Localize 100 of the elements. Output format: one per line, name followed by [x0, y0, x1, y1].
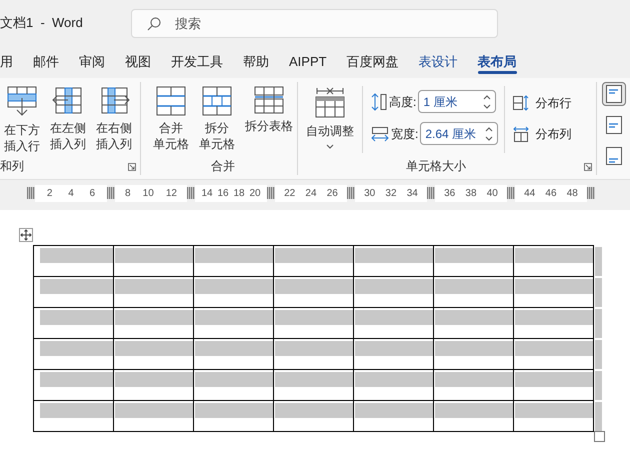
- table-cell[interactable]: [194, 277, 274, 307]
- table-cell[interactable]: [274, 246, 354, 276]
- table-cell[interactable]: [434, 277, 514, 307]
- table-cell[interactable]: [194, 370, 274, 400]
- table-cell[interactable]: [354, 370, 434, 400]
- cell-alignment-button[interactable]: [602, 82, 626, 106]
- ribbon-button[interactable]: 在右侧 插入列: [92, 82, 136, 152]
- table-cell[interactable]: [194, 308, 274, 338]
- table-cell[interactable]: [274, 277, 354, 307]
- ribbon-tab[interactable]: 表布局: [468, 46, 527, 78]
- table-cell[interactable]: [434, 401, 514, 431]
- table-cell[interactable]: [194, 401, 274, 431]
- ribbon-button[interactable]: 在下方 插入行: [0, 82, 44, 154]
- height-label: 高度:: [389, 94, 416, 110]
- ribbon-tab[interactable]: 邮件: [23, 46, 69, 78]
- split-table-icon: [254, 86, 284, 114]
- ruler-number: 48: [566, 186, 578, 200]
- ruler-number: 18: [233, 186, 245, 200]
- table-cell[interactable]: [514, 339, 594, 369]
- autofit-button[interactable]: 自动调整: [298, 82, 362, 149]
- ruler-number: 4: [68, 186, 74, 200]
- table-cell[interactable]: [434, 339, 514, 369]
- ruler-number: 26: [326, 186, 338, 200]
- spinner-icon[interactable]: [483, 94, 492, 110]
- table-cell[interactable]: [434, 370, 514, 400]
- table-cell[interactable]: [114, 308, 194, 338]
- table-cell[interactable]: [514, 370, 594, 400]
- ribbon-button[interactable]: 合并 单元格: [149, 82, 193, 152]
- table-cell[interactable]: [194, 246, 274, 276]
- table-cell[interactable]: [274, 401, 354, 431]
- ribbon-tab[interactable]: 表设计: [408, 46, 468, 78]
- table-cell[interactable]: [514, 277, 594, 307]
- height-value: 1 厘米: [423, 94, 458, 110]
- ribbon-tab[interactable]: 审阅: [69, 46, 115, 78]
- table-cell[interactable]: [114, 401, 194, 431]
- ruler-number: 8: [125, 186, 131, 200]
- ruler-marker[interactable]: [267, 187, 275, 199]
- ruler-marker[interactable]: [107, 187, 115, 199]
- distribute-rows-button[interactable]: 分布行: [513, 94, 572, 112]
- ruler-number: 36: [444, 186, 456, 200]
- table-cell[interactable]: [354, 308, 434, 338]
- width-label: 宽度:: [391, 126, 418, 142]
- table-cell[interactable]: [114, 246, 194, 276]
- ruler-marker[interactable]: [187, 187, 195, 199]
- search-field[interactable]: 搜索: [131, 8, 498, 38]
- chevron-down-icon: [326, 144, 334, 149]
- dialog-launcher-icon[interactable]: [128, 163, 136, 171]
- ribbon-tab[interactable]: 用: [0, 46, 23, 78]
- merge-cells-icon: [156, 86, 186, 116]
- ribbon-button[interactable]: 拆分表格: [241, 82, 297, 134]
- table-cell[interactable]: [434, 308, 514, 338]
- table-cell[interactable]: [434, 246, 514, 276]
- spin-field[interactable]: 1 厘米: [418, 90, 496, 113]
- table-cell[interactable]: [354, 339, 434, 369]
- ruler-number: 30: [364, 186, 376, 200]
- ruler-marker[interactable]: [507, 187, 515, 199]
- table-cell[interactable]: [514, 308, 594, 338]
- distribute-columns-button[interactable]: 分布列: [513, 125, 572, 143]
- table-cell[interactable]: [514, 246, 594, 276]
- ruler-number: 32: [385, 186, 397, 200]
- ribbon-tab[interactable]: 帮助: [233, 46, 279, 78]
- dialog-launcher-icon[interactable]: [584, 163, 592, 171]
- ruler-number: 2: [46, 186, 52, 200]
- ruler-number: 46: [545, 186, 557, 200]
- table-cell[interactable]: [354, 401, 434, 431]
- ruler-marker[interactable]: [27, 187, 35, 199]
- end-of-row-mark: [595, 402, 602, 431]
- ribbon-tab[interactable]: AIPPT: [279, 46, 337, 78]
- table-cell[interactable]: [274, 308, 354, 338]
- ribbon-button[interactable]: 在左侧 插入列: [46, 82, 90, 152]
- ribbon-tab[interactable]: 百度网盘: [336, 46, 409, 78]
- ruler-marker[interactable]: [347, 187, 355, 199]
- ribbon-tab[interactable]: 开发工具: [161, 46, 233, 78]
- table-cell[interactable]: [274, 339, 354, 369]
- end-of-row-mark: [595, 340, 602, 369]
- ribbon-tab[interactable]: 视图: [115, 46, 161, 78]
- ruler-marker[interactable]: [427, 187, 435, 199]
- spin-field[interactable]: 2.64 厘米: [420, 122, 498, 145]
- move-table-handle-icon[interactable]: [19, 228, 33, 242]
- table-cell[interactable]: [274, 370, 354, 400]
- end-of-row-mark: [595, 278, 602, 307]
- group-label: 单元格大小: [406, 158, 466, 175]
- table-cell[interactable]: [354, 246, 434, 276]
- width-value: 2.64 厘米: [425, 126, 476, 142]
- table-cell[interactable]: [114, 370, 194, 400]
- table-cell[interactable]: [514, 401, 594, 431]
- table-cell[interactable]: [114, 339, 194, 369]
- end-of-row-mark: [595, 247, 602, 276]
- spinner-icon[interactable]: [485, 126, 494, 142]
- distribute-columns-icon: [513, 126, 530, 142]
- ribbon-button[interactable]: 拆分 单元格: [195, 82, 239, 152]
- table-cell[interactable]: [114, 277, 194, 307]
- ruler-number: 16: [217, 186, 229, 200]
- ruler-number: 10: [142, 186, 154, 200]
- group-label: 和列: [0, 158, 24, 175]
- table-resize-handle[interactable]: [594, 431, 605, 442]
- ruler-marker[interactable]: [587, 187, 595, 199]
- table-cell[interactable]: [354, 277, 434, 307]
- ruler-number: 40: [486, 186, 498, 200]
- table-cell[interactable]: [194, 339, 274, 369]
